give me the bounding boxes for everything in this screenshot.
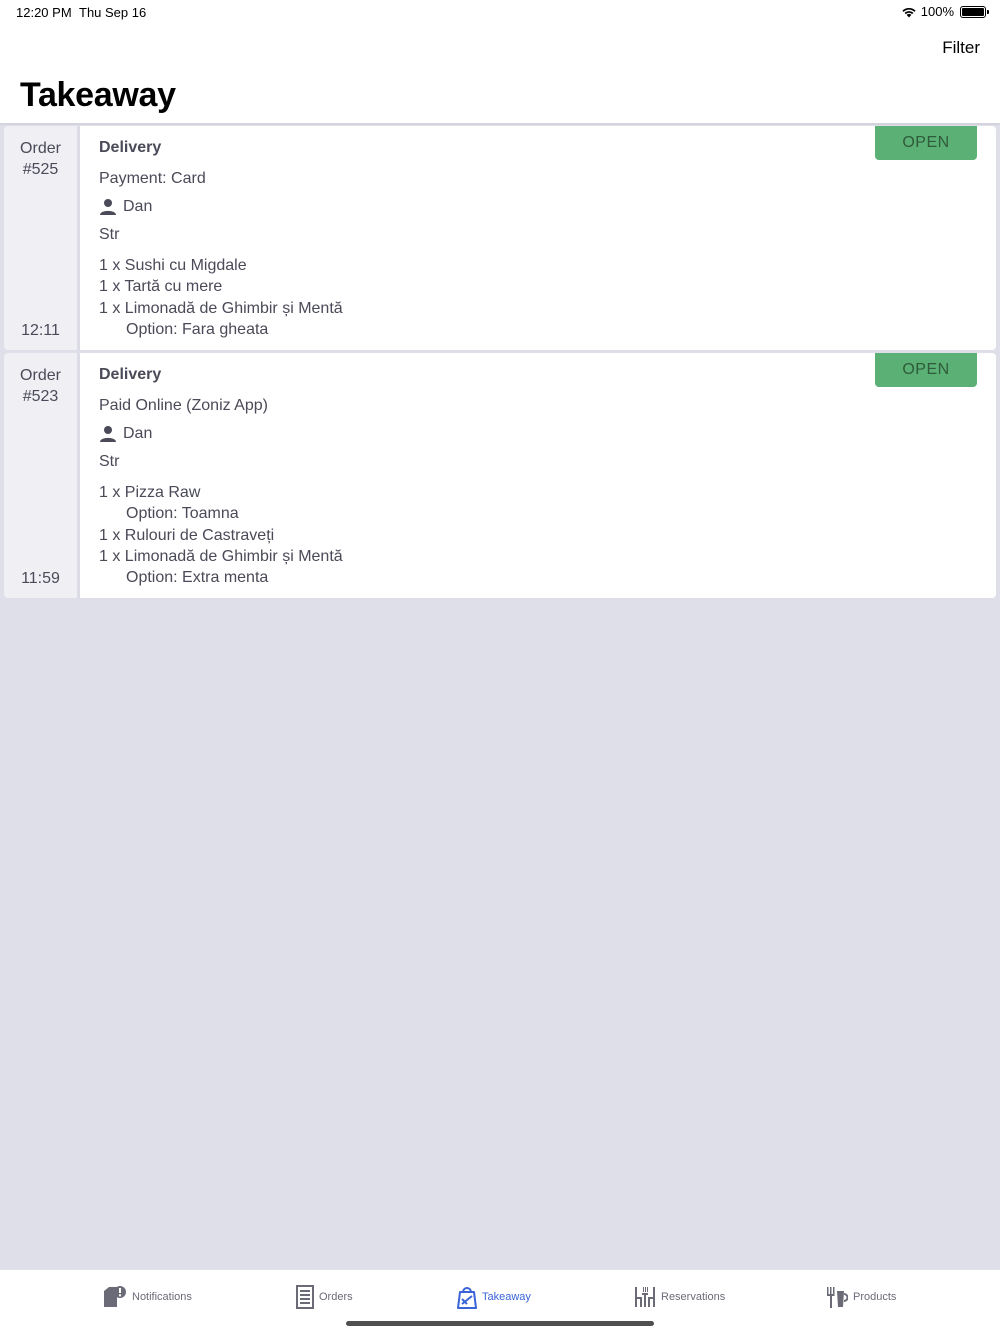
order-item: 1 x Limonadă de Ghimbir și Mentă bbox=[99, 547, 343, 565]
status-badge[interactable]: OPEN bbox=[875, 126, 977, 160]
status-date: Thu Sep 16 bbox=[79, 5, 147, 20]
tab-notifications[interactable]: Notifications bbox=[103, 1284, 192, 1310]
order-item: 1 x Sushi cu Migdale bbox=[99, 257, 247, 274]
order-item: 1 x Tartă cu mere bbox=[99, 278, 223, 296]
tab-reservations[interactable]: Reservations bbox=[634, 1284, 725, 1310]
order-number: #523 bbox=[22, 388, 59, 405]
order-details: Delivery Payment: Card Dan Str 1 x Sushi… bbox=[80, 126, 996, 350]
order-item-option: Option: Toamna bbox=[126, 505, 239, 523]
wifi-icon bbox=[902, 7, 916, 17]
takeaway-bag-icon bbox=[457, 1287, 477, 1309]
payment-method: Payment: Card bbox=[99, 170, 206, 187]
payment-method: Paid Online (Zoniz App) bbox=[99, 397, 268, 414]
person-icon bbox=[100, 199, 116, 215]
customer-name: Dan bbox=[123, 198, 153, 215]
delivery-address: Str bbox=[99, 226, 120, 243]
order-type: Delivery bbox=[99, 139, 162, 156]
tab-products[interactable]: Products bbox=[826, 1284, 896, 1310]
home-indicator[interactable] bbox=[346, 1321, 654, 1326]
status-bar: 12:20 PM Thu Sep 16 100% bbox=[0, 0, 1000, 24]
page-title: Takeaway bbox=[20, 76, 176, 114]
order-item-option: Option: Extra menta bbox=[126, 569, 269, 587]
order-item: 1 x Rulouri de Castraveți bbox=[99, 526, 275, 544]
order-details: Delivery Paid Online (Zoniz App) Dan Str… bbox=[80, 353, 996, 598]
order-number: #525 bbox=[22, 161, 59, 178]
customer-row: Dan bbox=[99, 424, 996, 444]
reservations-icon bbox=[635, 1287, 655, 1307]
status-indicators: 100% bbox=[901, 4, 989, 19]
header: 12:20 PM Thu Sep 16 100% Filter Takeaway bbox=[0, 0, 1000, 123]
order-label: Order bbox=[20, 367, 61, 384]
order-card[interactable]: Order #525 12:11 Delivery Payment: Card … bbox=[4, 126, 996, 350]
products-icon bbox=[827, 1287, 848, 1308]
tab-label: Notifications bbox=[132, 1291, 192, 1303]
order-item: 1 x Limonadă de Ghimbir și Mentă bbox=[99, 299, 343, 317]
order-items: 1 x Sushi cu Migdale 1 x Tartă cu mere 1… bbox=[99, 255, 996, 340]
order-card[interactable]: Order #523 11:59 Delivery Paid Online (Z… bbox=[4, 353, 996, 598]
delivery-address: Str bbox=[99, 453, 120, 470]
tab-takeaway[interactable]: Takeaway bbox=[457, 1284, 531, 1310]
order-item: 1 x Pizza Raw bbox=[99, 484, 201, 501]
order-summary-column: Order #523 11:59 bbox=[4, 353, 77, 598]
battery-icon bbox=[960, 5, 989, 18]
order-time: 11:59 bbox=[21, 570, 60, 587]
tab-label: Products bbox=[853, 1291, 897, 1303]
orders-icon bbox=[296, 1285, 314, 1309]
notification-icon bbox=[104, 1286, 126, 1307]
header-divider bbox=[0, 123, 1000, 125]
status-badge[interactable]: OPEN bbox=[875, 353, 977, 387]
tab-label: Orders bbox=[319, 1291, 353, 1303]
order-item-option: Option: Fara gheata bbox=[126, 320, 269, 338]
tab-label: Takeaway bbox=[482, 1291, 531, 1303]
order-time: 12:11 bbox=[21, 322, 60, 339]
order-summary-column: Order #525 12:11 bbox=[4, 126, 77, 350]
order-items: 1 x Pizza Raw Option: Toamna 1 x Rulouri… bbox=[99, 482, 996, 588]
order-type: Delivery bbox=[99, 366, 162, 383]
customer-row: Dan bbox=[99, 197, 996, 217]
tab-label: Reservations bbox=[661, 1291, 726, 1303]
tab-orders[interactable]: Orders bbox=[296, 1284, 353, 1310]
filter-button[interactable]: Filter bbox=[942, 38, 980, 58]
status-time: 12:20 PM bbox=[16, 5, 72, 20]
order-label: Order bbox=[20, 140, 61, 157]
customer-name: Dan bbox=[123, 425, 153, 442]
battery-percent: 100% bbox=[920, 4, 954, 19]
person-icon bbox=[100, 426, 116, 442]
